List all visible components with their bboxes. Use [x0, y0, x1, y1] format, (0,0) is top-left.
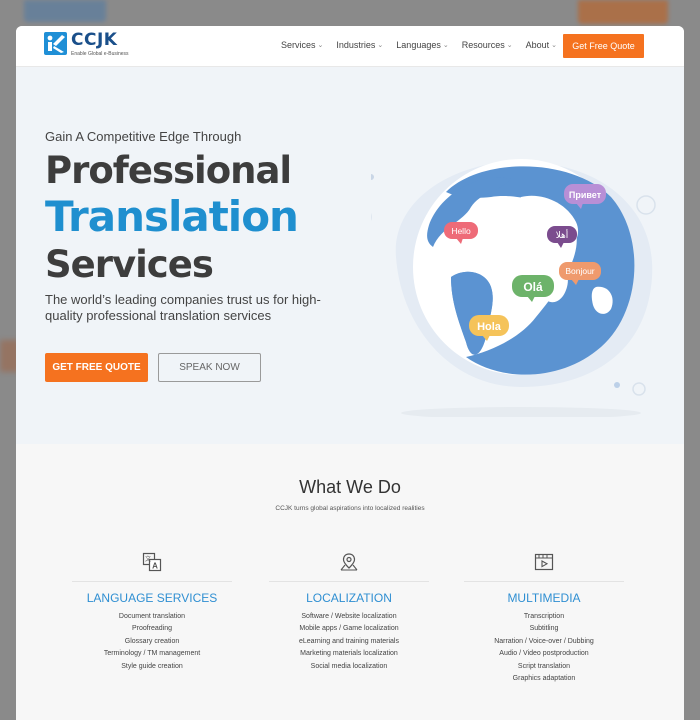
nav-languages[interactable]: Languages ⌄ [396, 40, 448, 50]
nav-about[interactable]: About ⌄ [526, 40, 557, 50]
logo-icon [44, 32, 67, 55]
service-list: Document translation Proofreading Glossa… [72, 611, 232, 673]
bubble-english: Hello [451, 226, 471, 236]
service-column-localization: LOCALIZATION Software / Website localiza… [269, 552, 429, 673]
list-item[interactable]: Transcription [464, 611, 624, 623]
list-item[interactable]: Document translation [72, 611, 232, 623]
section-title: What We Do [299, 477, 401, 497]
logo-tagline: Enable Global e-Business [71, 51, 129, 57]
list-item[interactable]: Software / Website localization [269, 611, 429, 623]
nav-label: Industries [336, 40, 376, 50]
location-pin-icon [269, 552, 429, 574]
translate-icon: A文 [72, 552, 232, 574]
bubble-arabic: أهلا [556, 229, 569, 241]
chevron-down-icon: ⌄ [377, 42, 384, 49]
chevron-down-icon: ⌄ [506, 42, 513, 49]
bubble-portuguese: Olá [523, 280, 543, 294]
column-title[interactable]: LANGUAGE SERVICES [72, 591, 232, 605]
list-item[interactable]: Audio / Video postproduction [464, 648, 624, 660]
get-free-quote-button[interactable]: Get Free Quote [563, 34, 644, 58]
hero-get-free-quote-button[interactable]: GET FREE QUOTE [45, 353, 148, 382]
background-logo [24, 0, 106, 22]
list-item[interactable]: Narration / Voice-over / Dubbing [464, 636, 624, 648]
list-item[interactable]: Terminology / TM management [72, 648, 232, 660]
site-preview-frame: CCJK Enable Global e-Business Services ⌄ … [16, 26, 684, 720]
bubble-spanish: Hola [477, 321, 502, 333]
hero-title-line-3: Services [45, 243, 214, 286]
chevron-down-icon: ⌄ [551, 42, 558, 49]
service-column-multimedia: MULTIMEDIA Transcription Subtitling Narr… [464, 552, 624, 685]
hero-title-line-1: Professional [45, 149, 292, 192]
list-item[interactable]: Subtitling [464, 623, 624, 635]
service-list: Software / Website localization Mobile a… [269, 611, 429, 673]
service-column-language: A文 LANGUAGE SERVICES Document translatio… [72, 552, 232, 673]
service-list: Transcription Subtitling Narration / Voi… [464, 611, 624, 685]
section-subtitle: CCJK turns global aspirations into local… [275, 505, 425, 512]
list-item[interactable]: Glossary creation [72, 636, 232, 648]
list-item[interactable]: Style guide creation [72, 661, 232, 673]
list-item[interactable]: Mobile apps / Game localization [269, 623, 429, 635]
logo-name: CCJK [71, 30, 118, 50]
hero-kicker: Gain A Competitive Edge Through [45, 129, 242, 144]
chevron-down-icon: ⌄ [317, 42, 324, 49]
site-header: CCJK Enable Global e-Business Services ⌄ … [16, 26, 684, 67]
list-item[interactable]: Graphics adaptation [464, 673, 624, 685]
nav-resources[interactable]: Resources ⌄ [462, 40, 513, 50]
list-item[interactable]: Script translation [464, 661, 624, 673]
main-nav: Services ⌄ Industries ⌄ Languages ⌄ Resourc… [281, 40, 570, 50]
hero-title-line-2: Translation [45, 192, 299, 241]
nav-label: About [525, 40, 550, 50]
column-divider [464, 581, 624, 582]
hero-section: Gain A Competitive Edge Through Professi… [16, 67, 684, 444]
column-title[interactable]: LOCALIZATION [269, 591, 429, 605]
hero-subtitle: The world’s leading companies trust us f… [45, 292, 321, 323]
column-title[interactable]: MULTIMEDIA [464, 591, 624, 605]
globe-illustration: Привет Hello أهلا Bonjour Olá Hola [371, 159, 656, 417]
video-icon [464, 552, 624, 574]
nav-label: Resources [461, 40, 505, 50]
nav-label: Services [281, 40, 316, 50]
what-we-do-section: What We Do CCJK turns global aspirations… [16, 444, 684, 720]
logo[interactable]: CCJK Enable Global e-Business [44, 32, 129, 57]
chevron-down-icon: ⌄ [442, 42, 449, 49]
list-item[interactable]: Proofreading [72, 623, 232, 635]
svg-text:文: 文 [145, 555, 151, 563]
svg-text:A: A [152, 562, 158, 571]
nav-label: Languages [396, 40, 441, 50]
column-divider [72, 581, 232, 582]
column-divider [269, 581, 429, 582]
nav-industries[interactable]: Industries ⌄ [336, 40, 383, 50]
list-item[interactable]: eLearning and training materials [269, 636, 429, 648]
nav-services[interactable]: Services ⌄ [281, 40, 323, 50]
list-item[interactable]: Marketing materials localization [269, 648, 429, 660]
background-cta [578, 0, 668, 24]
bubble-french: Bonjour [565, 266, 594, 276]
speak-now-button[interactable]: SPEAK NOW [158, 353, 261, 382]
list-item[interactable]: Social media localization [269, 661, 429, 673]
bubble-russian: Привет [569, 190, 602, 200]
